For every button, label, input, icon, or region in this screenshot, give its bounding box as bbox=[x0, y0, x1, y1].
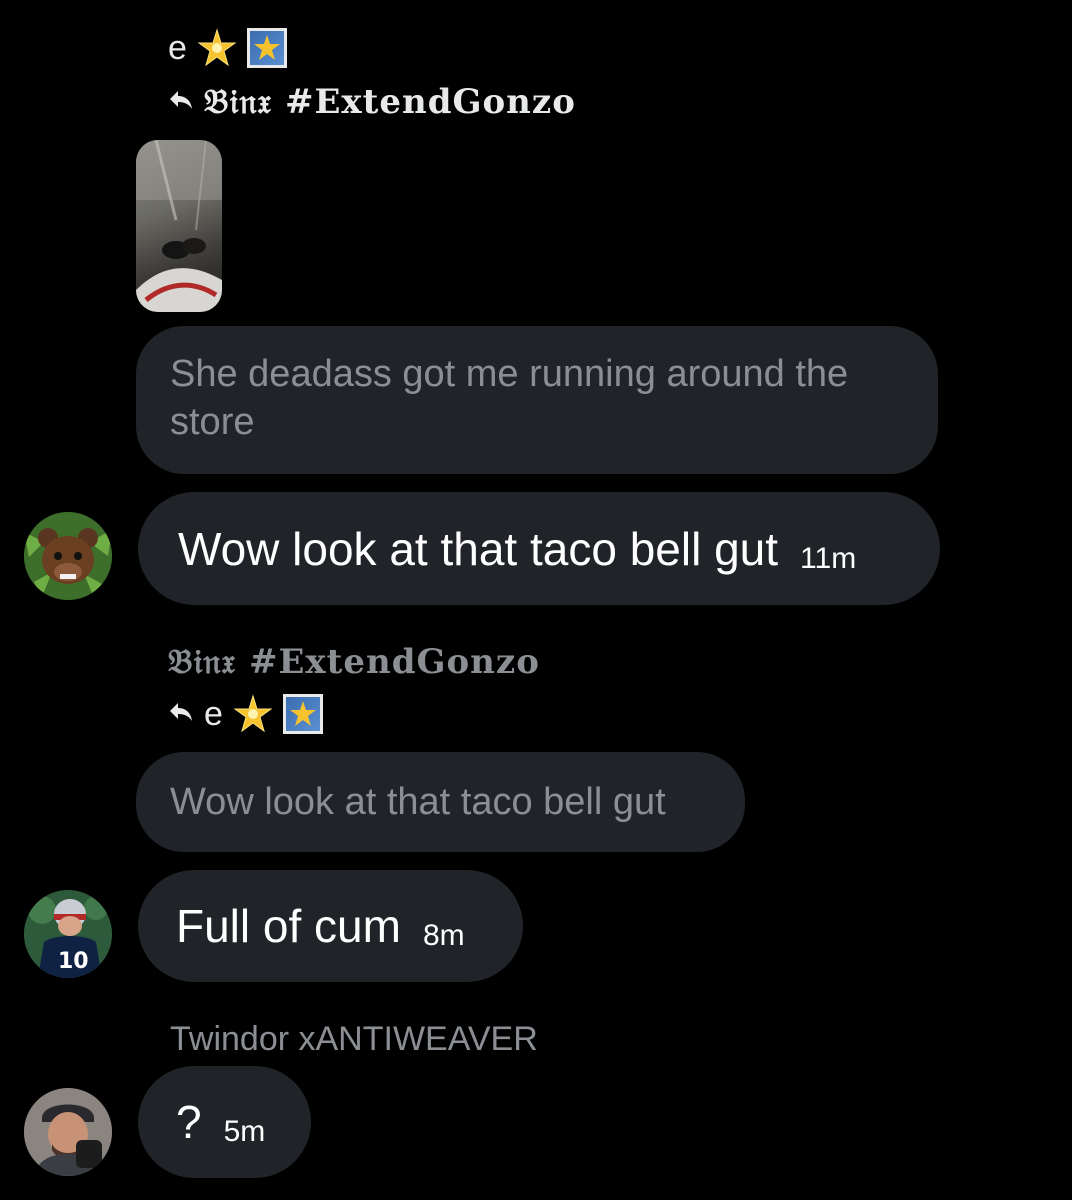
quoted-message-bubble-1[interactable]: She deadass got me running around the st… bbox=[136, 326, 938, 474]
svg-text:10: 10 bbox=[58, 949, 89, 974]
quoted-message-bubble-2[interactable]: Wow look at that taco bell gut bbox=[136, 752, 745, 852]
message-text: Wow look at that taco bell gut bbox=[178, 522, 779, 575]
message-bubble-1[interactable]: Wow look at that taco bell gut 11m bbox=[138, 492, 940, 605]
reply-arrow-icon bbox=[168, 85, 194, 119]
message-text: Full of cum bbox=[176, 900, 401, 952]
football-player-avatar[interactable]: 10 bbox=[24, 890, 112, 978]
reply-arrow-icon bbox=[168, 697, 194, 731]
glowing-star-icon bbox=[233, 694, 273, 734]
quoted-message-text: Wow look at that taco bell gut bbox=[170, 781, 666, 823]
reply-to-line-1[interactable]: 𝔅𝔦𝔫𝔵 #ExtendGonzo bbox=[168, 82, 576, 122]
reply-to-line-2[interactable]: e bbox=[168, 694, 323, 734]
reply-name-e: e bbox=[168, 28, 187, 67]
message-time: 11m bbox=[800, 541, 857, 575]
message-text: ? bbox=[176, 1096, 202, 1148]
message-bubble-2[interactable]: Full of cum 8m bbox=[138, 870, 523, 982]
reply-name-binx: 𝔅𝔦𝔫𝔵 #ExtendGonzo bbox=[168, 642, 540, 682]
reply-to-name: 𝔅𝔦𝔫𝔵 #ExtendGonzo bbox=[204, 82, 576, 122]
man-avatar[interactable] bbox=[24, 1088, 112, 1176]
glowing-star-icon bbox=[197, 28, 237, 68]
message-time: 8m bbox=[422, 919, 465, 952]
reply-header-2: 𝔅𝔦𝔫𝔵 #ExtendGonzo bbox=[168, 642, 540, 682]
image-attachment[interactable] bbox=[136, 140, 222, 312]
reply-header-1: e bbox=[168, 28, 287, 68]
bear-avatar[interactable] bbox=[24, 512, 112, 600]
message-bubble-3[interactable]: ? 5m bbox=[138, 1066, 311, 1178]
reply-to-name: e bbox=[204, 694, 223, 733]
star-picture-icon bbox=[246, 28, 287, 68]
quoted-message-text: She deadass got me running around the st… bbox=[170, 353, 849, 443]
star-picture-icon bbox=[282, 694, 323, 734]
message-time: 5m bbox=[223, 1115, 266, 1148]
author-name: Twindor xANTIWEAVER bbox=[170, 1020, 538, 1058]
